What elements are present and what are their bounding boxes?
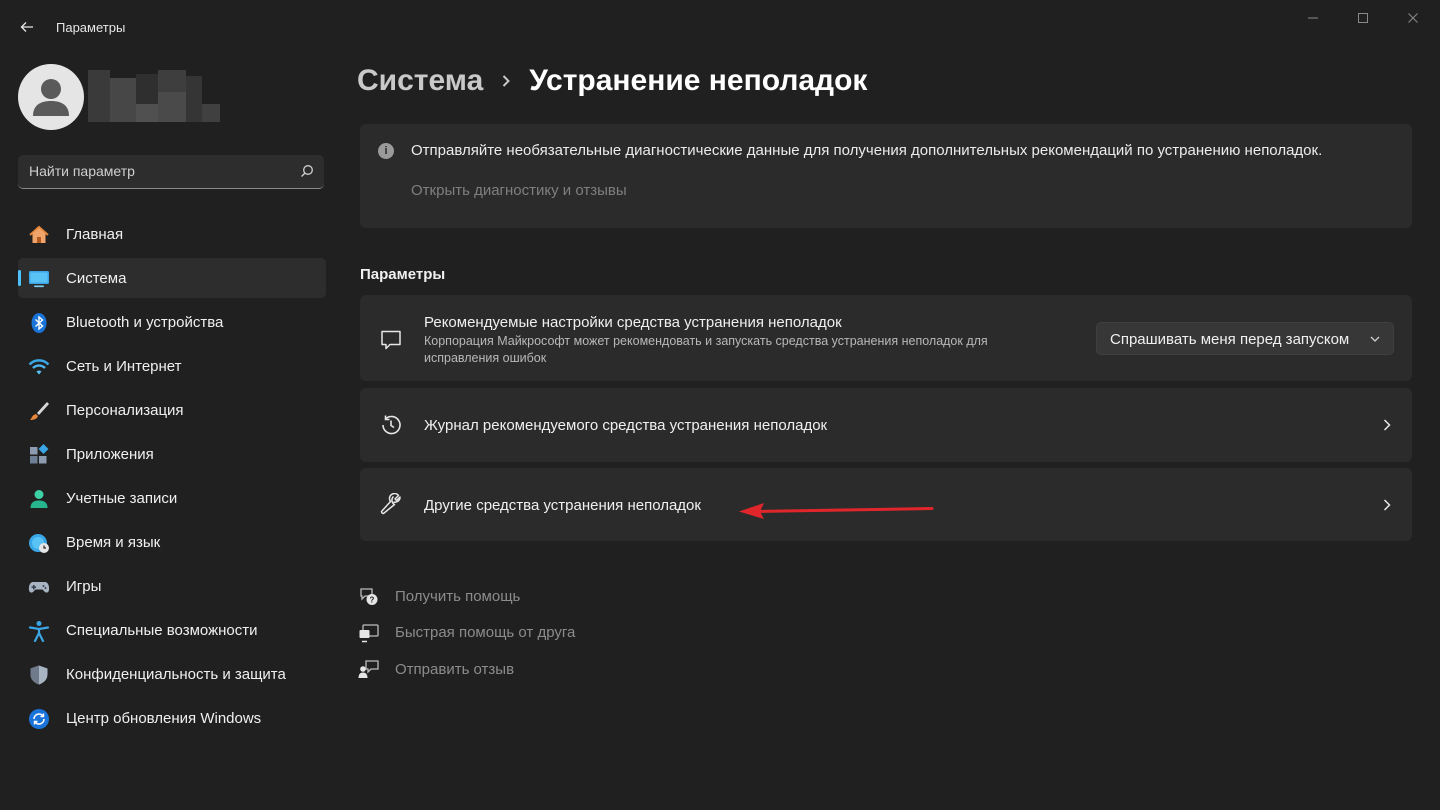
info-text: Отправляйте необязательные диагностическ…: [411, 142, 1323, 159]
system-icon: [29, 271, 49, 288]
sidebar-item-label: Главная: [66, 225, 124, 243]
help-links: ? Получить помощь Быстрая помощь от друг…: [358, 578, 575, 688]
home-icon: [29, 225, 49, 243]
run-preference-dropdown[interactable]: Спрашивать меня перед запуском: [1096, 322, 1394, 355]
sidebar-item-system[interactable]: Система: [18, 258, 326, 298]
get-help-link[interactable]: ? Получить помощь: [358, 578, 575, 615]
minimize-button[interactable]: [1290, 6, 1336, 30]
svg-text:?: ?: [370, 596, 375, 605]
app-title: Параметры: [56, 20, 126, 35]
minimize-icon: [1308, 17, 1318, 19]
annotation-arrow-icon: [739, 503, 934, 519]
gamepad-icon: [28, 582, 50, 593]
sidebar-item-apps[interactable]: Приложения: [18, 434, 326, 474]
sidebar-item-time-language[interactable]: Время и язык: [18, 522, 326, 562]
search-input[interactable]: [18, 155, 288, 187]
sidebar-item-label: Приложения: [66, 445, 154, 463]
chevron-right-icon: [501, 74, 511, 88]
shield-icon: [30, 665, 48, 685]
sidebar-item-accounts[interactable]: Учетные записи: [18, 478, 326, 518]
back-arrow-icon: [20, 22, 33, 32]
quick-assist-icon: [359, 624, 379, 642]
search-box: [18, 155, 324, 189]
update-icon: [29, 709, 49, 729]
maximize-button[interactable]: [1340, 6, 1386, 30]
user-name-redacted: [88, 70, 220, 122]
recommended-troubleshooter-settings-card: Рекомендуемые настройки средства устране…: [360, 295, 1412, 381]
sidebar-item-gaming[interactable]: Игры: [18, 566, 326, 606]
sidebar-item-label: Специальные возможности: [66, 621, 258, 639]
sidebar-item-label: Время и язык: [66, 533, 161, 551]
title-bar: Параметры: [0, 0, 1440, 52]
account-icon: [30, 490, 48, 508]
back-button[interactable]: [14, 14, 40, 40]
chevron-right-icon: [1383, 419, 1391, 431]
card-title: Журнал рекомендуемого средства устранени…: [424, 417, 828, 434]
sidebar-item-label: Учетные записи: [66, 489, 178, 507]
brush-icon: [30, 402, 49, 420]
apps-icon: [30, 444, 49, 464]
avatar[interactable]: [18, 64, 84, 130]
sidebar-item-label: Система: [66, 269, 127, 287]
close-button[interactable]: [1390, 6, 1436, 30]
card-title: Другие средства устранения неполадок: [424, 497, 701, 514]
search-icon[interactable]: [300, 164, 314, 178]
sidebar-item-personalization[interactable]: Персонализация: [18, 390, 326, 430]
diagnostics-info-card: i Отправляйте необязательные диагностиче…: [360, 124, 1412, 228]
sidebar-item-label: Центр обновления Windows: [66, 709, 262, 727]
close-icon: [1408, 13, 1418, 23]
sidebar-item-windows-update[interactable]: Центр обновления Windows: [18, 698, 326, 738]
dropdown-selected-value: Спрашивать меня перед запуском: [1110, 331, 1350, 348]
globe-clock-icon: [29, 534, 49, 553]
sidebar-item-accessibility[interactable]: Специальные возможности: [18, 610, 326, 650]
get-help-icon: ?: [360, 588, 378, 606]
breadcrumb-parent-link[interactable]: Система: [357, 64, 483, 98]
section-title: Параметры: [360, 266, 446, 283]
page-title: Устранение неполадок: [529, 64, 868, 97]
sidebar-item-label: Конфиденциальность и защита: [66, 665, 286, 683]
sidebar-item-privacy[interactable]: Конфиденциальность и защита: [18, 654, 326, 694]
wrench-icon: [380, 493, 401, 515]
sidebar-nav: Главная Система Bluetooth и устройства С…: [18, 214, 326, 742]
sidebar-item-network[interactable]: Сеть и Интернет: [18, 346, 326, 386]
maximize-icon: [1358, 13, 1368, 23]
chevron-right-icon: [1383, 499, 1391, 511]
sidebar-item-label: Bluetooth и устройства: [66, 313, 224, 331]
bluetooth-icon: [31, 313, 47, 333]
sidebar-item-label: Игры: [66, 577, 102, 595]
sidebar-item-home[interactable]: Главная: [18, 214, 326, 254]
help-link-label: Отправить отзыв: [395, 660, 515, 678]
wifi-icon: [28, 359, 50, 375]
card-title: Рекомендуемые настройки средства устране…: [424, 314, 842, 331]
chat-bubble-icon: [381, 330, 401, 350]
troubleshooter-history-card[interactable]: Журнал рекомендуемого средства устранени…: [360, 388, 1412, 462]
feedback-icon: [358, 660, 379, 679]
accessibility-icon: [28, 621, 50, 642]
sidebar-item-bluetooth[interactable]: Bluetooth и устройства: [18, 302, 326, 342]
sidebar-item-label: Сеть и Интернет: [66, 357, 182, 375]
history-icon: [382, 415, 401, 435]
quick-assist-link[interactable]: Быстрая помощь от друга: [358, 615, 575, 652]
help-link-label: Получить помощь: [395, 587, 521, 605]
breadcrumb: Система Устранение неполадок: [357, 64, 867, 98]
chevron-down-icon: [1370, 336, 1380, 342]
sidebar-item-label: Персонализация: [66, 401, 184, 419]
help-link-label: Быстрая помощь от друга: [395, 624, 576, 642]
send-feedback-link[interactable]: Отправить отзыв: [358, 651, 575, 688]
card-description: Корпорация Майкрософт может рекомендоват…: [424, 334, 988, 365]
open-diagnostics-link[interactable]: Открыть диагностику и отзывы: [411, 182, 627, 199]
info-icon: i: [378, 143, 394, 159]
person-icon: [33, 79, 69, 116]
